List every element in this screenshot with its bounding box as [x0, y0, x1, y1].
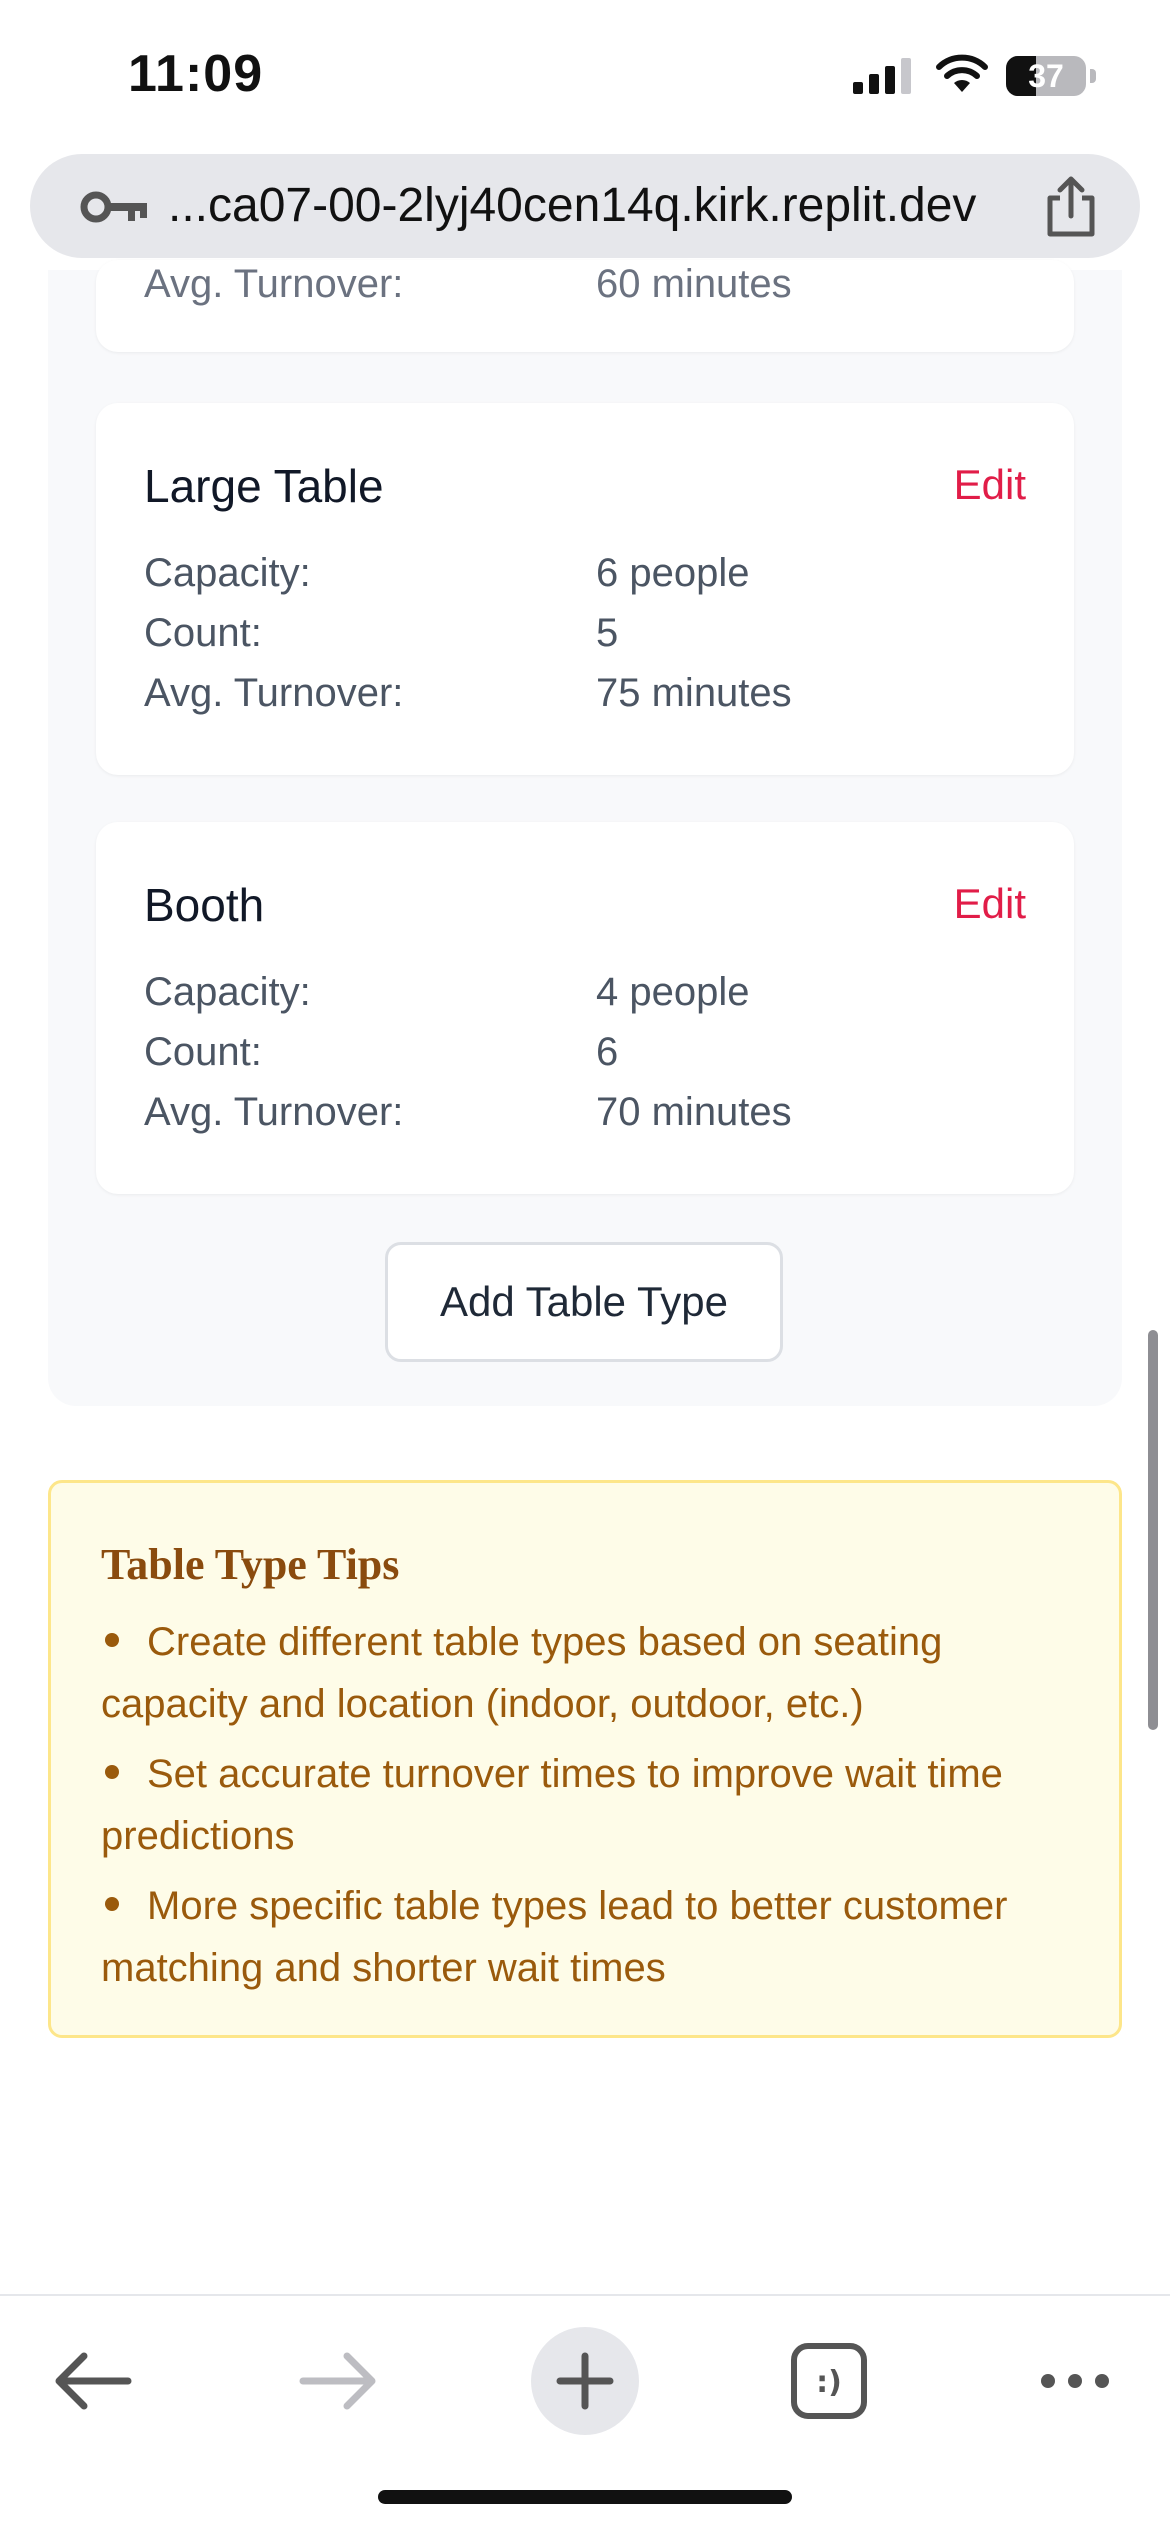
turnover-label: Avg. Turnover: [144, 1090, 404, 1134]
table-type-name: Large Table [144, 460, 384, 512]
table-type-card-large-table: Large Table Edit Capacity: 6 people Coun… [96, 403, 1074, 775]
add-table-type-button[interactable]: Add Table Type [385, 1242, 783, 1362]
bullet-icon [105, 1633, 119, 1648]
more-icon[interactable] [1010, 2316, 1140, 2446]
count-label: Count: [144, 1030, 262, 1074]
tip-item: Create different table types based on se… [101, 1611, 1091, 1735]
plus-icon[interactable] [520, 2316, 650, 2446]
tip-text: Set accurate turnover times to improve w… [101, 1752, 1003, 1858]
address-bar[interactable]: ...ca07-00-2lyj40cen14q.kirk.replit.dev [30, 154, 1140, 258]
table-type-card-partial: Avg. Turnover: 60 minutes [96, 260, 1074, 352]
home-indicator [378, 2490, 792, 2504]
capacity-label: Capacity: [144, 551, 311, 595]
scrollbar[interactable] [1148, 1330, 1158, 1730]
table-types-panel: Avg. Turnover: 60 minutes Large Table Ed… [48, 260, 1122, 1406]
battery-percent: 37 [1028, 58, 1064, 94]
tabs-icon[interactable]: :) [764, 2316, 894, 2446]
tip-item: More specific table types lead to better… [101, 1875, 1091, 1999]
count-value: 5 [596, 611, 619, 655]
svg-text::): :) [816, 2365, 842, 2400]
cellular-signal-icon [853, 58, 911, 94]
battery-icon: 37 [1006, 56, 1096, 96]
bullet-icon [105, 1765, 119, 1780]
wifi-icon [936, 54, 988, 92]
tip-text: More specific table types lead to better… [101, 1884, 1008, 1990]
toolbar-divider [0, 2294, 1170, 2296]
turnover-value: 70 minutes [596, 1090, 792, 1134]
tip-item: Set accurate turnover times to improve w… [101, 1743, 1091, 1867]
turnover-label: Avg. Turnover: [144, 671, 404, 715]
capacity-value: 6 people [596, 551, 750, 595]
bullet-icon [105, 1897, 119, 1912]
back-arrow-icon[interactable] [28, 2316, 158, 2446]
forward-arrow-icon [299, 2352, 376, 2410]
status-bar: 11:09 37 [0, 0, 1170, 150]
count-value: 6 [596, 1030, 619, 1074]
key-icon [80, 191, 147, 223]
turnover-value: 60 minutes [596, 262, 792, 306]
capacity-label: Capacity: [144, 970, 311, 1014]
tips-title: Table Type Tips [101, 1540, 400, 1589]
turnover-label: Avg. Turnover: [144, 262, 404, 306]
count-label: Count: [144, 611, 262, 655]
status-time: 11:09 [128, 45, 264, 103]
turnover-value: 75 minutes [596, 671, 792, 715]
table-type-name: Booth [144, 879, 265, 931]
edit-button[interactable]: Edit [954, 461, 1026, 509]
url-text[interactable]: ...ca07-00-2lyj40cen14q.kirk.replit.dev [168, 178, 976, 233]
tip-text: Create different table types based on se… [101, 1620, 943, 1726]
share-icon[interactable] [1042, 176, 1100, 238]
table-type-card-booth: Booth Edit Capacity: 4 people Count: 6 A… [96, 822, 1074, 1194]
table-type-tips: Table Type Tips Create different table t… [48, 1480, 1122, 2038]
capacity-value: 4 people [596, 970, 750, 1014]
edit-button[interactable]: Edit [954, 880, 1026, 928]
